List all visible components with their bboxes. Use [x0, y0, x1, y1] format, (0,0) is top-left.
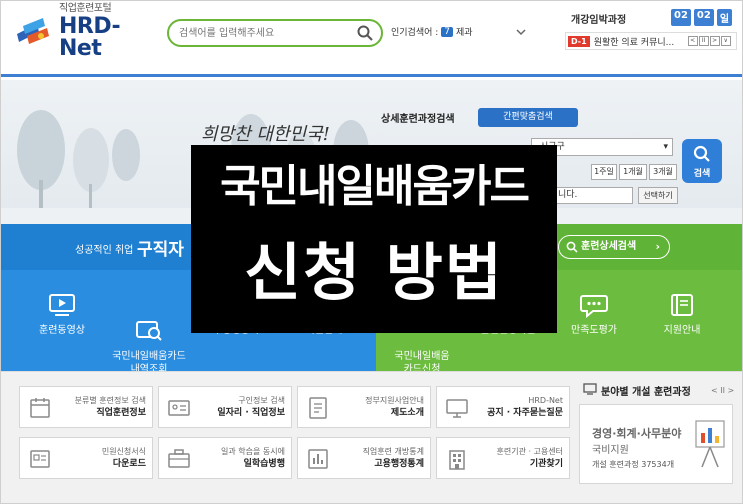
search-icon — [566, 240, 578, 261]
card-title: 직업훈련정보 — [96, 408, 146, 418]
calendar-icon — [28, 396, 52, 420]
period-1week-button[interactable]: 1주일 — [591, 164, 617, 180]
card-title: 기관찾기 — [529, 459, 563, 469]
card-title: 일학습병행 — [243, 459, 285, 469]
menu-label: 만족도평가 — [571, 325, 617, 336]
search-input[interactable] — [179, 24, 349, 42]
logo-title: HRD-Net — [59, 14, 121, 61]
card-caption: 분류별 훈련정보 검색 — [74, 396, 146, 405]
menu-item-training-video[interactable]: 훈련동영상 — [17, 270, 107, 371]
chevron-down-icon: ▾ — [663, 142, 668, 152]
ticker-text[interactable]: 원활한 의료 커뮤니... — [594, 35, 684, 48]
card-job-info[interactable]: 구인정보 검색일자리 · 직업정보 — [158, 386, 292, 428]
pill-label: 훈련상세검색 — [581, 241, 637, 252]
search-icon[interactable] — [357, 25, 373, 45]
popular-rank: 7 — [441, 26, 454, 37]
chat-bubble-icon — [579, 292, 609, 319]
card-find-institution[interactable]: 훈련기관 · 고용센터기관찾기 — [436, 437, 570, 479]
monitor-icon — [583, 383, 597, 398]
top-header: 직업훈련포털 HRD-Net 인기검색어 : 7 제과 개강임박과정 02 02… — [1, 1, 742, 77]
chevron-down-icon[interactable] — [515, 23, 527, 42]
form-icon — [28, 447, 52, 471]
search-button-label: 검색 — [693, 169, 711, 179]
dday-badge: D-1 — [568, 35, 590, 47]
bar-chart-icon — [306, 447, 330, 471]
date-month: 02 — [671, 9, 691, 26]
period-3month-button[interactable]: 3개월 — [649, 164, 677, 180]
upcoming-course-ticker[interactable]: D-1 원활한 의료 커뮤니... < II > ∨ — [565, 32, 737, 50]
band-title: 구직자 — [137, 240, 184, 260]
book-icon — [667, 292, 697, 318]
hero-handwriting: 희망찬 대한민국! — [201, 124, 330, 145]
date-day: 02 — [693, 9, 714, 26]
site-logo[interactable]: 직업훈련포털 HRD-Net — [15, 4, 155, 60]
logo-icon — [15, 16, 53, 48]
card-program-intro[interactable]: 정부지원사업안내제도소개 — [297, 386, 431, 428]
overlay-line-1: 국민내일배움카드 — [220, 161, 530, 212]
card-title: 일자리 · 직업정보 — [217, 408, 285, 418]
date-input[interactable]: 니다. — [553, 187, 633, 204]
hrd-net-homepage: 직업훈련포털 HRD-Net 인기검색어 : 7 제과 개강임박과정 02 02… — [0, 0, 743, 504]
card-caption: 민원신청서식 — [101, 447, 146, 456]
field-courses-controls[interactable]: < II > — [711, 386, 734, 395]
select-button[interactable]: 선택하기 — [638, 187, 678, 204]
logo-subtitle: 직업훈련포털 — [59, 3, 112, 14]
overlay-line-2: 신청 방법 — [244, 236, 504, 309]
video-icon — [47, 292, 77, 318]
id-card-icon — [167, 396, 191, 420]
menu-label: 지원안내 — [663, 325, 701, 336]
upcoming-courses-title: 개강임박과정 — [571, 15, 627, 26]
band-subtitle: 성공적인 취업 — [75, 245, 134, 256]
field-support: 국비지원 — [592, 445, 629, 456]
menu-item-card-history[interactable]: 국민내일배움카드 내역조회 — [104, 270, 194, 375]
menu-item-satisfaction[interactable]: 만족도평가 — [549, 270, 639, 371]
date-weekday: 일 — [716, 9, 733, 26]
quick-search-button[interactable]: 간편맞춤검색 — [478, 108, 578, 127]
ticker-expand-button[interactable]: ∨ — [720, 36, 731, 46]
popular-term[interactable]: 제과 — [456, 25, 473, 38]
ticker-prev-button[interactable]: < — [687, 36, 698, 46]
menu-label: 훈련동영상 — [39, 325, 85, 336]
popular-keywords[interactable]: 인기검색어 : 7 제과 — [391, 25, 473, 38]
card-download[interactable]: 민원신청서식다운로드 — [19, 437, 153, 479]
current-date: 02 02 일 — [671, 9, 733, 26]
card-title: 제도소개 — [390, 408, 424, 418]
building-icon — [445, 447, 469, 471]
card-search-icon — [134, 305, 164, 341]
monitor-icon — [445, 396, 469, 420]
document-icon — [306, 396, 330, 420]
search-icon — [682, 145, 722, 166]
menu-item-support-guide[interactable]: 지원안내 — [637, 270, 727, 371]
period-1month-button[interactable]: 1개월 — [619, 164, 647, 180]
card-title: 다운로드 — [112, 459, 146, 469]
card-caption: 직업훈련 개방통계 — [362, 447, 424, 456]
card-notice-faq[interactable]: HRD-Net 공지 · 자주묻는질문 — [436, 386, 570, 428]
card-caption: HRD-Net — [528, 396, 563, 405]
field-courses-title: 분야별 개설 훈련과정 — [583, 383, 691, 398]
detail-search-title: 상세훈련과정검색 — [381, 114, 455, 125]
card-training-info[interactable]: 분류별 훈련정보 검색직업훈련정보 — [19, 386, 153, 428]
ticker-next-button[interactable]: > — [709, 36, 720, 46]
card-caption: 훈련기관 · 고용센터 — [496, 447, 563, 456]
article-title-overlay: 국민내일배움카드 신청 방법 — [191, 145, 557, 333]
card-work-learning[interactable]: 일과 학습을 동시에일학습병행 — [158, 437, 292, 479]
popular-label: 인기검색어 : — [391, 28, 439, 38]
card-caption: 일과 학습을 동시에 — [221, 447, 285, 456]
field-course-count: 개설 훈련과정 37534개 — [592, 460, 675, 469]
chevron-right-icon: › — [655, 240, 660, 253]
detail-search-button[interactable]: 검색 — [682, 139, 722, 183]
presentation-board-icon — [695, 420, 725, 468]
card-caption: 정부지원사업안내 — [365, 396, 424, 405]
card-caption: 구인정보 검색 — [238, 396, 285, 405]
card-statistics[interactable]: 직업훈련 개방통계고용행정통계 — [297, 437, 431, 479]
card-title: 고용행정통계 — [374, 459, 424, 469]
training-detail-search-button[interactable]: 훈련상세검색 › — [558, 235, 670, 259]
field-name: 경영·회계·사무분야 — [592, 427, 682, 440]
card-title: 공지 · 자주묻는질문 — [487, 408, 563, 418]
search-box — [167, 19, 383, 47]
field-course-card[interactable]: 경영·회계·사무분야 국비지원 개설 훈련과정 37534개 — [579, 404, 733, 484]
field-courses-label: 분야별 개설 훈련과정 — [601, 387, 691, 398]
briefcase-icon — [167, 447, 191, 471]
ticker-pause-button[interactable]: II — [698, 36, 709, 46]
